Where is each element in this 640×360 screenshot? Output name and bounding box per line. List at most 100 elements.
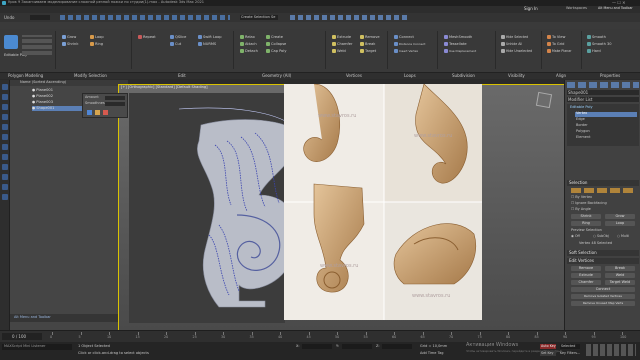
break-button[interactable]: Break [360,42,375,47]
modify-selection-label[interactable]: Modify Selection [74,74,107,78]
sign-in-button[interactable]: Sign In [524,7,538,11]
ok-icon[interactable] [87,110,92,115]
loops-label[interactable]: Loops [404,74,416,78]
ring-button[interactable]: Ring [90,42,103,47]
cameras-tool-icon[interactable] [2,134,8,140]
edit-vertices-rollout[interactable]: Edit Vertices [567,258,639,264]
z-coord-field[interactable] [382,344,412,349]
by-angle-checkbox[interactable]: ☐ By Angle [571,207,591,212]
remove-unused-button[interactable]: Remove Unused Map Verts [571,301,635,306]
smooth-button[interactable]: Smooth [587,35,606,40]
detach-button[interactable]: Detach [240,49,258,54]
grow-sel-button[interactable]: Grow [605,214,635,219]
extrude-vertex-button[interactable]: Extrude [571,273,601,278]
apply-icon[interactable] [95,110,100,115]
connect-button[interactable]: Connect [394,35,414,40]
toolbar-icon-strip-2[interactable] [290,15,410,20]
target-button[interactable]: Target [360,49,376,54]
attach-button[interactable]: Attach [240,42,257,47]
remove-button[interactable]: Remove [360,35,380,40]
spacewarps-tool-icon[interactable] [2,154,8,160]
collapse-button[interactable]: Collapse [266,42,286,47]
display-tool-icon[interactable] [2,94,8,100]
insert-vertex-button[interactable]: Insert Vertex [394,49,418,54]
relax-button[interactable]: Relax [240,35,255,40]
hidden-tool-icon[interactable] [2,184,8,190]
align-label[interactable]: Align [556,74,566,78]
ignore-backfacing-checkbox[interactable]: ☐ Ignore Backfacing [571,201,607,206]
key-mode-dropdown[interactable]: Selected [560,344,580,349]
unhide-all-button[interactable]: Unhide All [501,42,522,47]
tessellate-button[interactable]: Tessellate [444,42,467,47]
maxscript-listener[interactable]: MAXScript Mini Listener [2,344,72,350]
preview-subobj-radio[interactable]: ○ SubObj [593,234,609,238]
timeline[interactable]: 0 / 100 0 5 10 15 20 25 30 35 40 45 50 55 60 65 70 75 80… [0,330,640,342]
repeat-button[interactable]: Repeat [138,35,156,40]
geometry-tool-icon[interactable] [2,104,8,110]
modifier-stack-item[interactable]: Element [575,135,637,141]
visibility-label[interactable]: Visibility [508,74,525,78]
break-vertex-button[interactable]: Break [605,266,635,271]
remove-vertex-button[interactable]: Remove [571,266,601,271]
select-tool-icon[interactable] [2,84,8,90]
weld-button[interactable]: Weld [332,49,346,54]
remove-isolated-button[interactable]: Remove Isolated Vertices [571,294,635,299]
connect-vertex-button[interactable]: Connect [571,287,635,292]
object-name-field[interactable]: Shape001 [567,90,639,95]
grow-button[interactable]: Grow [62,35,76,40]
command-panel-tabs[interactable] [567,82,639,88]
preview-multi-radio[interactable]: ○ Multi [617,234,629,238]
x-coord-field[interactable] [302,344,332,349]
properties-label[interactable]: Properties [600,74,620,78]
distance-connect-button[interactable]: Distance Connect [394,42,425,47]
target-weld-button[interactable]: Target Weld [605,280,635,285]
use-displacement-button[interactable]: Use Displacement [444,49,476,54]
chamfer-button[interactable]: Chamfer [332,42,352,47]
preview-off-radio[interactable]: ◉ Off [571,234,580,238]
dialog-spinner-2[interactable] [105,102,125,106]
modifier-list-dropdown[interactable]: Modifier List [567,97,639,102]
chamfer-vertex-button[interactable]: Chamfer [571,280,601,285]
window-controls[interactable]: — ☐ ✕ [612,1,625,5]
auto-key-button[interactable]: Auto Key [540,344,556,349]
viewport-label[interactable]: [+] [Orthographic] [Standard] [Default S… [121,85,208,90]
subobject-buttons[interactable] [571,188,635,193]
shrink-sel-button[interactable]: Shrink [571,214,601,219]
cancel-icon[interactable] [103,110,108,115]
by-vertex-checkbox[interactable]: ☐ By Vertex [571,195,592,200]
time-slider[interactable]: 0 / 100 [2,333,42,340]
workspaces-dropdown[interactable]: Alt Menu and Toolbar [598,6,633,10]
to-view-button[interactable]: To View [547,35,565,40]
systems-tool-icon[interactable] [2,164,8,170]
nurms-button[interactable]: NURMS [198,42,216,47]
meshsmooth-button[interactable]: MeshSmooth [444,35,472,40]
extrude-button[interactable]: Extrude [332,35,351,40]
layer-tool-icon[interactable] [2,194,8,200]
weld-vertex-button[interactable]: Weld [605,273,635,278]
loop-sel-button[interactable]: Loop [605,221,635,226]
vertices-label[interactable]: Vertices [346,74,362,78]
hide-selected-button[interactable]: Hide Selected [501,35,528,40]
y-coord-field[interactable] [342,344,372,349]
polygon-modeling-label[interactable]: Polygon Modeling [8,74,43,78]
create-button[interactable]: Create [266,35,283,40]
soft-selection-rollout[interactable]: Soft Selection [567,250,639,256]
smooth30-button[interactable]: Smooth 30 [587,42,612,47]
swift-loop-button[interactable]: Swift Loop [198,35,222,40]
ring-sel-button[interactable]: Ring [571,221,601,226]
add-time-tag[interactable]: Add Time Tag [420,351,444,356]
geometry-label[interactable]: Geometry (All) [262,74,291,78]
cap-poly-button[interactable]: Cap Poly [266,49,287,54]
subobject-icons[interactable] [22,35,52,55]
selection-rollout[interactable]: Selection [567,180,639,186]
hide-unselected-button[interactable]: Hide Unselected [501,49,532,54]
key-filters-button[interactable]: Key Filters... [560,351,580,355]
selection-set-dropdown[interactable]: Create Selection Se [240,15,278,20]
viewcube[interactable] [535,91,553,109]
to-grid-button[interactable]: To Grid [547,42,564,47]
toolbar-icon-strip[interactable] [60,15,230,20]
lights-tool-icon[interactable] [2,124,8,130]
selection-filter-dropdown[interactable] [30,15,50,20]
loop-button[interactable]: Loop [90,35,104,40]
shapes-tool-icon[interactable] [2,114,8,120]
